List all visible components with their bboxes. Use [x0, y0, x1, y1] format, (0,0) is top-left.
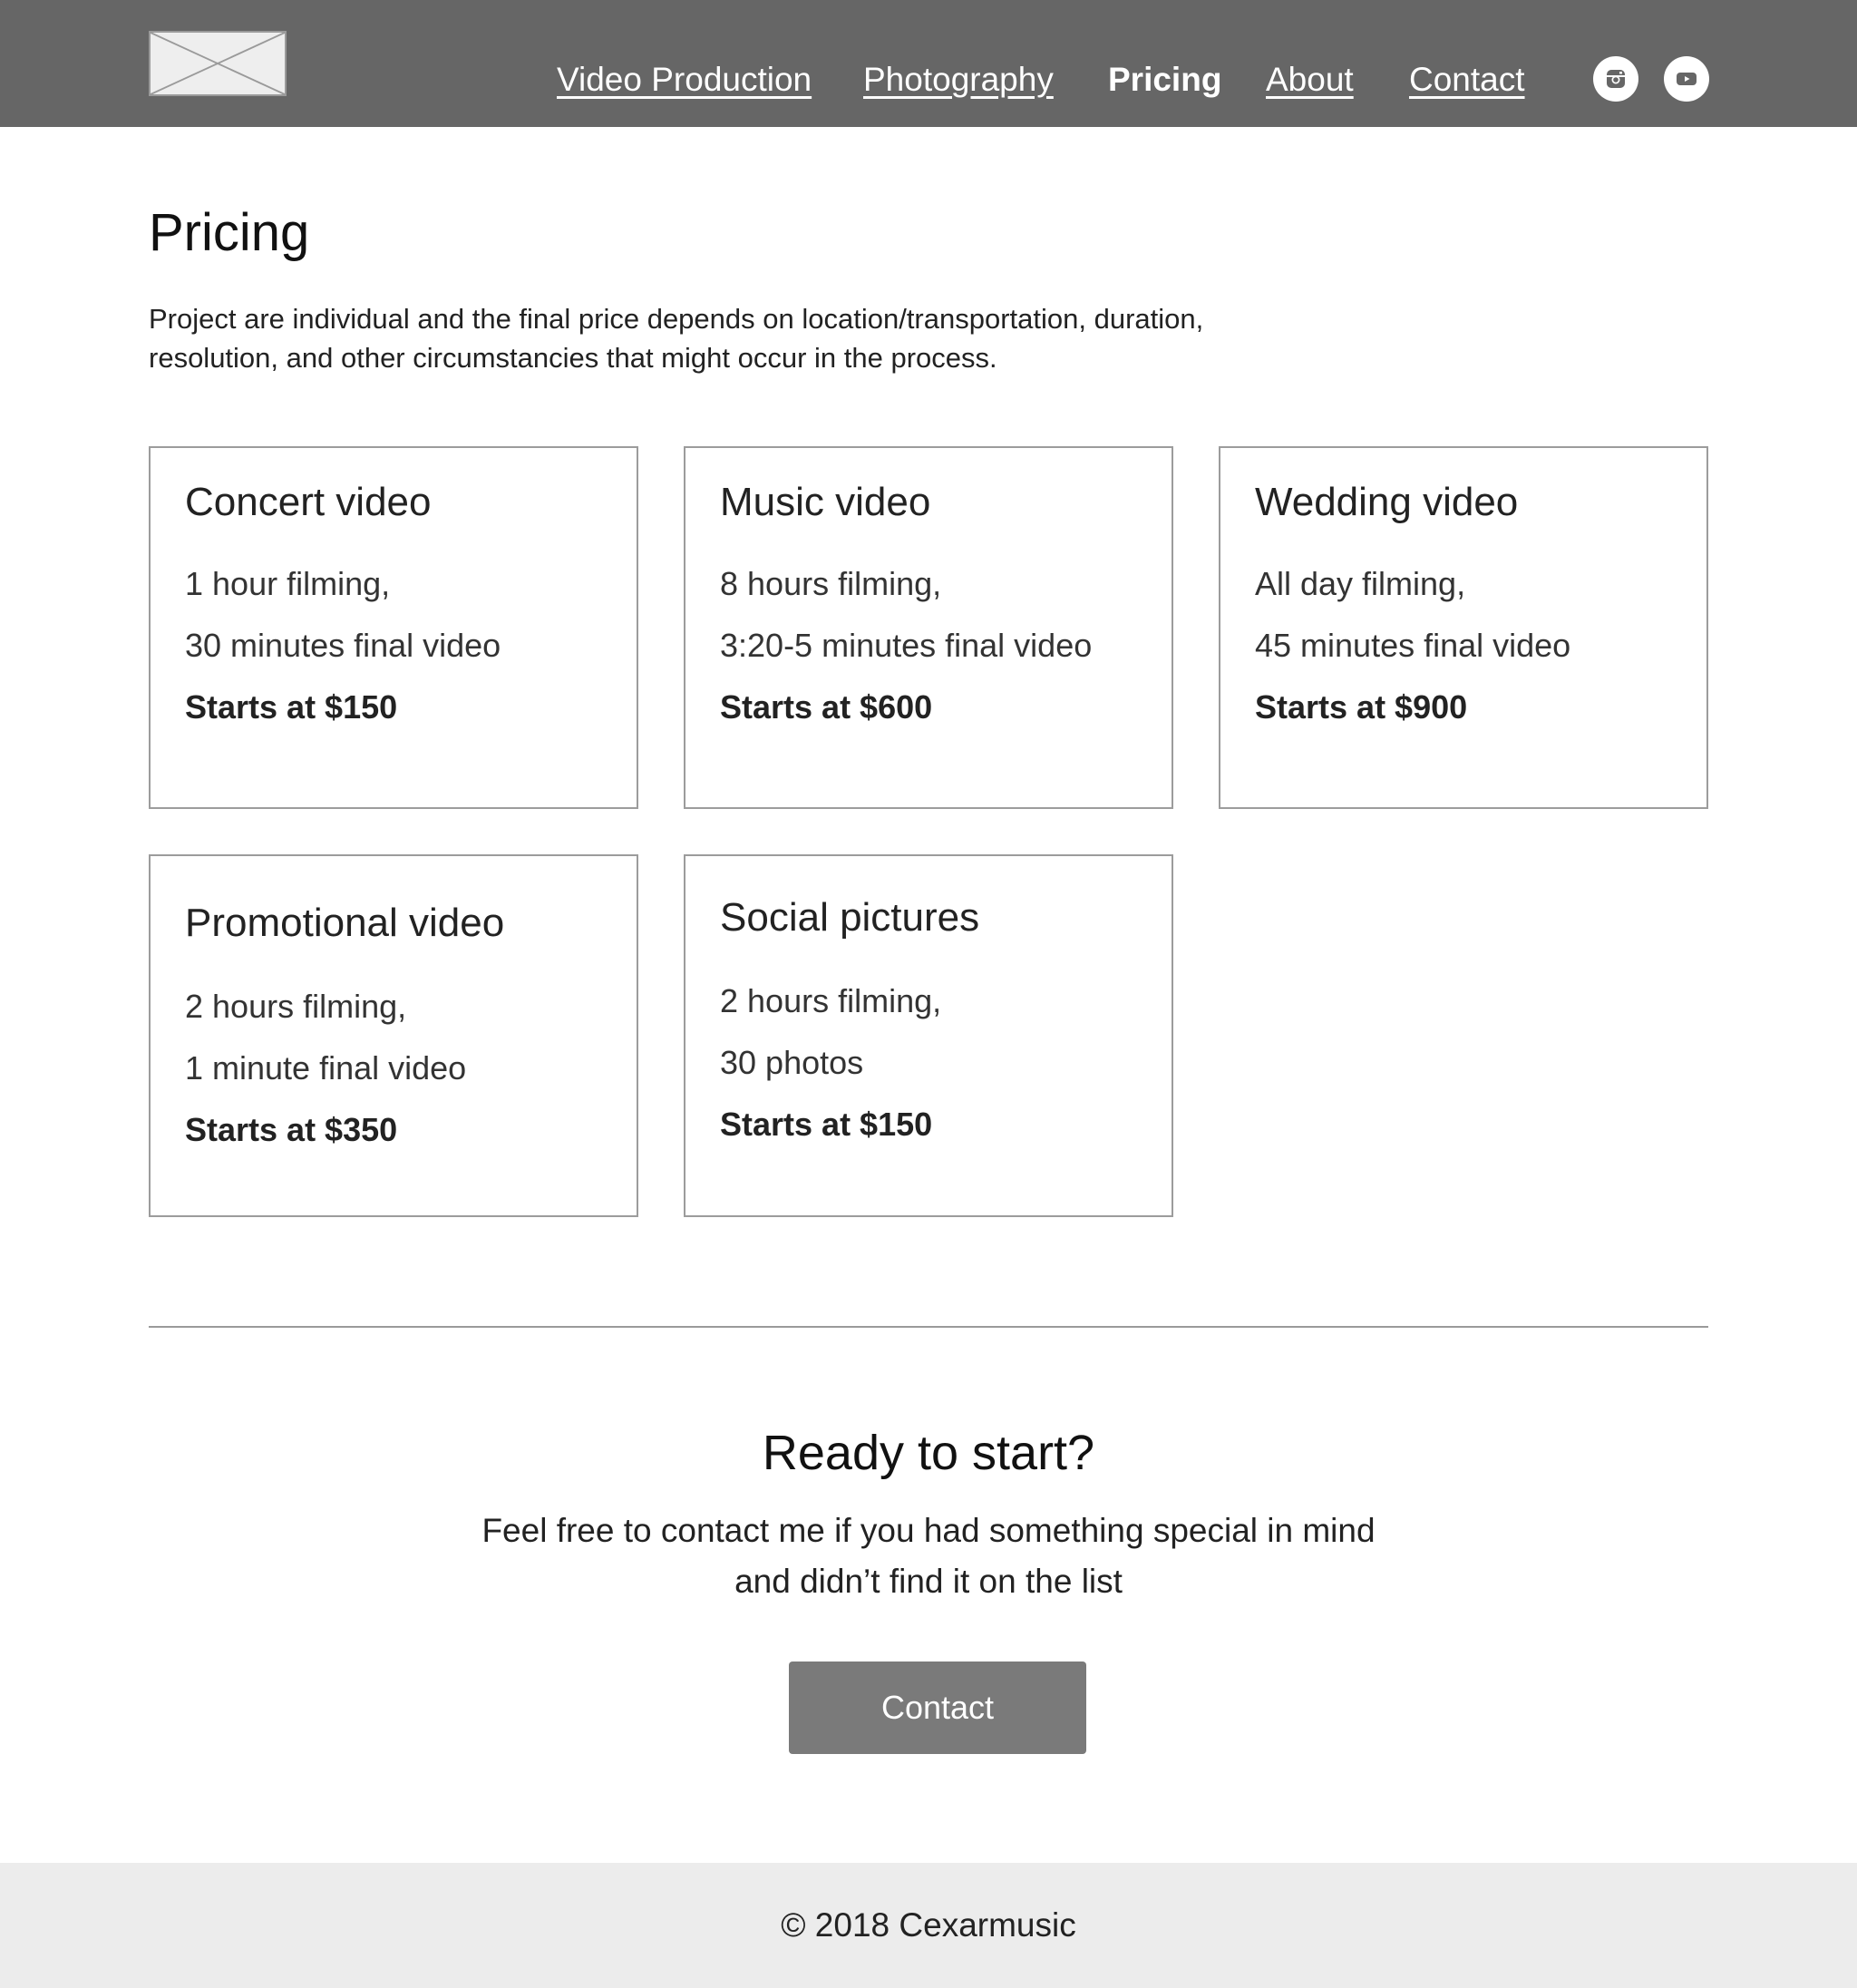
card-price: Starts at $150 [720, 1106, 933, 1143]
youtube-button[interactable] [1664, 56, 1709, 102]
page-title: Pricing [149, 203, 310, 262]
card-deliverable: 3:20-5 minutes final video [720, 627, 1093, 664]
card-price: Starts at $350 [185, 1111, 398, 1148]
card-price: Starts at $900 [1255, 688, 1468, 726]
site-footer: © 2018 Cexarmusic [0, 1863, 1857, 1988]
nav-photography[interactable]: Photography [863, 54, 1054, 105]
cta-text-line: Feel free to contact me if you had somet… [481, 1512, 1376, 1549]
instagram-icon [1607, 70, 1625, 88]
section-divider [149, 1326, 1708, 1328]
card-title: Wedding video [1255, 480, 1519, 524]
card-price: Starts at $150 [185, 688, 398, 726]
contact-button[interactable]: Contact [789, 1662, 1086, 1754]
pricing-page: Video Production Photography Pricing Abo… [0, 0, 1857, 1988]
nav-video-production[interactable]: Video Production [557, 54, 812, 105]
intro-text: Project are individual and the final pri… [149, 303, 1204, 374]
card-deliverable: 30 photos [720, 1044, 864, 1081]
instagram-button[interactable] [1593, 56, 1638, 102]
cta-title: Ready to start? [762, 1426, 1095, 1480]
card-deliverable: 45 minutes final video [1255, 627, 1571, 664]
site-header: Video Production Photography Pricing Abo… [0, 0, 1857, 127]
logo-placeholder-icon [151, 33, 285, 94]
pricing-card-concert-video: Concert video 1 hour filming, 30 minutes… [149, 446, 638, 809]
pricing-card-wedding-video: Wedding video All day filming, 45 minute… [1219, 446, 1708, 809]
card-filming: 2 hours filming, [720, 982, 942, 1019]
card-deliverable: 1 minute final video [185, 1049, 467, 1087]
nav-pricing[interactable]: Pricing [1108, 54, 1221, 105]
logo-placeholder[interactable] [149, 31, 287, 96]
nav-contact[interactable]: Contact [1409, 54, 1525, 105]
copyright-text: © 2018 Cexarmusic [781, 1906, 1076, 1944]
pricing-card-social-pictures: Social pictures 2 hours filming, 30 phot… [684, 854, 1173, 1217]
pricing-card-promotional-video: Promotional video 2 hours filming, 1 min… [149, 854, 638, 1217]
card-price: Starts at $600 [720, 688, 933, 726]
card-filming: 1 hour filming, [185, 565, 391, 602]
card-filming: 8 hours filming, [720, 565, 942, 602]
nav-about[interactable]: About [1266, 54, 1354, 105]
pricing-card-music-video: Music video 8 hours filming, 3:20-5 minu… [684, 446, 1173, 809]
card-title: Social pictures [720, 895, 980, 940]
cta-text-line: and didn’t find it on the list [734, 1563, 1123, 1600]
cta-text: Feel free to contact me if you had somet… [430, 1506, 1427, 1607]
card-title: Promotional video [185, 901, 505, 945]
card-title: Concert video [185, 480, 432, 524]
youtube-icon [1677, 73, 1697, 85]
card-deliverable: 30 minutes final video [185, 627, 501, 664]
card-title: Music video [720, 480, 931, 524]
card-filming: All day filming, [1255, 565, 1466, 602]
card-filming: 2 hours filming, [185, 988, 407, 1025]
